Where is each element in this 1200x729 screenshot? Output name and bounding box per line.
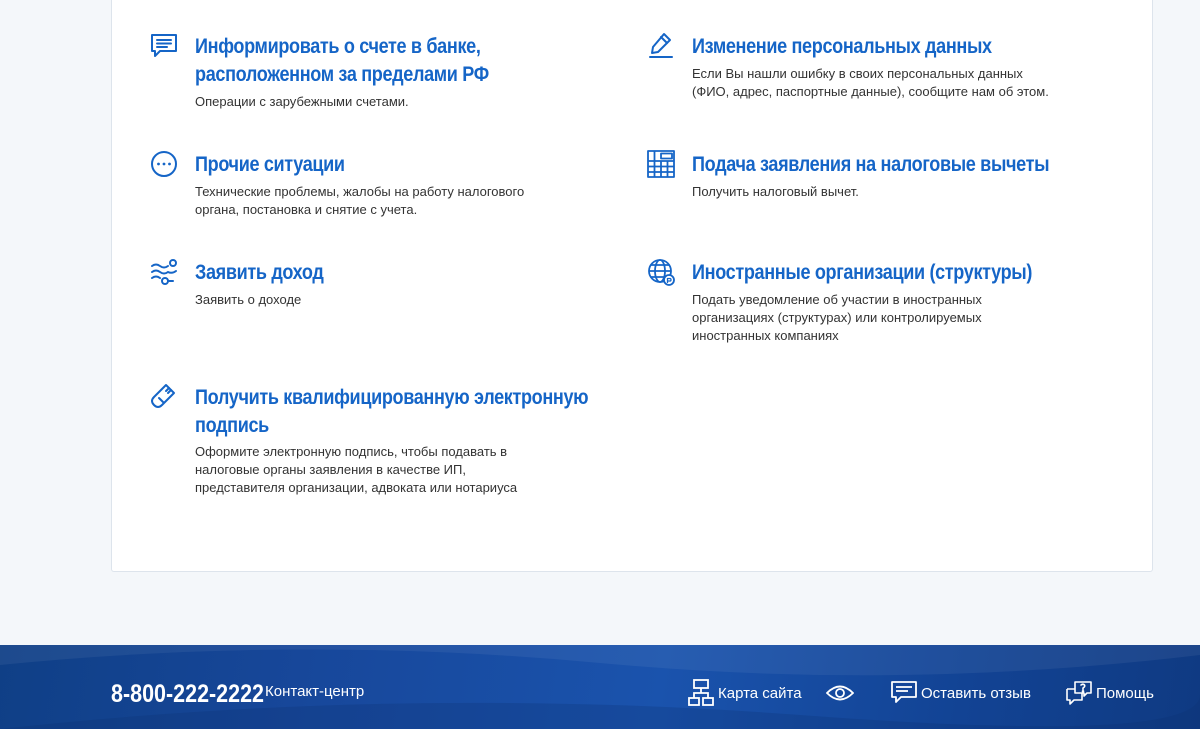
- service-other-situations[interactable]: Прочие ситуации Технические проблемы, жа…: [149, 149, 599, 224]
- globe-icon: [646, 257, 676, 287]
- message-list-icon: [149, 31, 179, 61]
- help-label: Помощь: [1096, 684, 1154, 702]
- service-description: Получить налоговый вычет.: [692, 184, 859, 199]
- service-description: Если Вы нашли ошибку в своих персональны…: [692, 66, 1049, 99]
- contact-center-link[interactable]: Контакт-центр: [265, 683, 364, 700]
- calculator-icon: [646, 149, 676, 179]
- service-title[interactable]: Заявить доход: [195, 259, 324, 287]
- feedback-icon: [891, 681, 917, 705]
- leave-feedback-link[interactable]: Оставить отзыв: [891, 678, 1031, 708]
- service-description: Заявить о доходе: [195, 292, 302, 307]
- income-flow-icon: [149, 257, 179, 287]
- service-description: Операции с зарубежными счетами.: [195, 94, 409, 109]
- help-link[interactable]: Помощь: [1065, 678, 1154, 708]
- services-card: Информировать о счете в банке, расположе…: [111, 0, 1153, 572]
- service-description: Технические проблемы, жалобы на работу н…: [195, 184, 525, 217]
- service-foreign-bank-account[interactable]: Информировать о счете в банке, расположе…: [149, 31, 599, 121]
- sitemap-link[interactable]: Карта сайта: [688, 678, 802, 708]
- service-declare-income[interactable]: Заявить доход Заявить о доходе: [149, 257, 599, 317]
- service-foreign-organizations[interactable]: Иностранные организации (структуры) Пода…: [646, 257, 1096, 352]
- usb-token-icon: [149, 382, 179, 412]
- help-question-icon: [1065, 680, 1093, 706]
- service-title[interactable]: Подача заявления на налоговые вычеты: [692, 151, 1050, 179]
- service-title[interactable]: Получить квалифицированную электронную п…: [195, 384, 589, 440]
- feedback-label: Оставить отзыв: [921, 684, 1031, 702]
- eye-icon: [826, 684, 854, 702]
- service-description: Подать уведомление об участии в иностран…: [692, 292, 982, 343]
- hotline-phone[interactable]: 8-800-222-2222: [111, 679, 264, 709]
- dots-circle-icon: [149, 149, 179, 179]
- sitemap-icon: [688, 679, 714, 707]
- site-footer: 8-800-222-2222 Контакт-центр Карта сайта: [0, 645, 1200, 729]
- pencil-icon: [646, 31, 676, 61]
- sitemap-label: Карта сайта: [718, 684, 802, 702]
- service-title[interactable]: Информировать о счете в банке, расположе…: [195, 33, 489, 89]
- service-description: Оформите электронную подпись, чтобы пода…: [195, 444, 518, 495]
- service-title[interactable]: Прочие ситуации: [195, 151, 345, 179]
- service-qualified-e-signature[interactable]: Получить квалифицированную электронную п…: [149, 382, 599, 502]
- accessibility-mode-button[interactable]: [826, 678, 854, 708]
- service-title[interactable]: Изменение персональных данных: [692, 33, 992, 61]
- service-tax-deductions[interactable]: Подача заявления на налоговые вычеты Пол…: [646, 149, 1096, 209]
- service-personal-data-change[interactable]: Изменение персональных данных Если Вы на…: [646, 31, 1096, 111]
- service-title[interactable]: Иностранные организации (структуры): [692, 259, 1032, 287]
